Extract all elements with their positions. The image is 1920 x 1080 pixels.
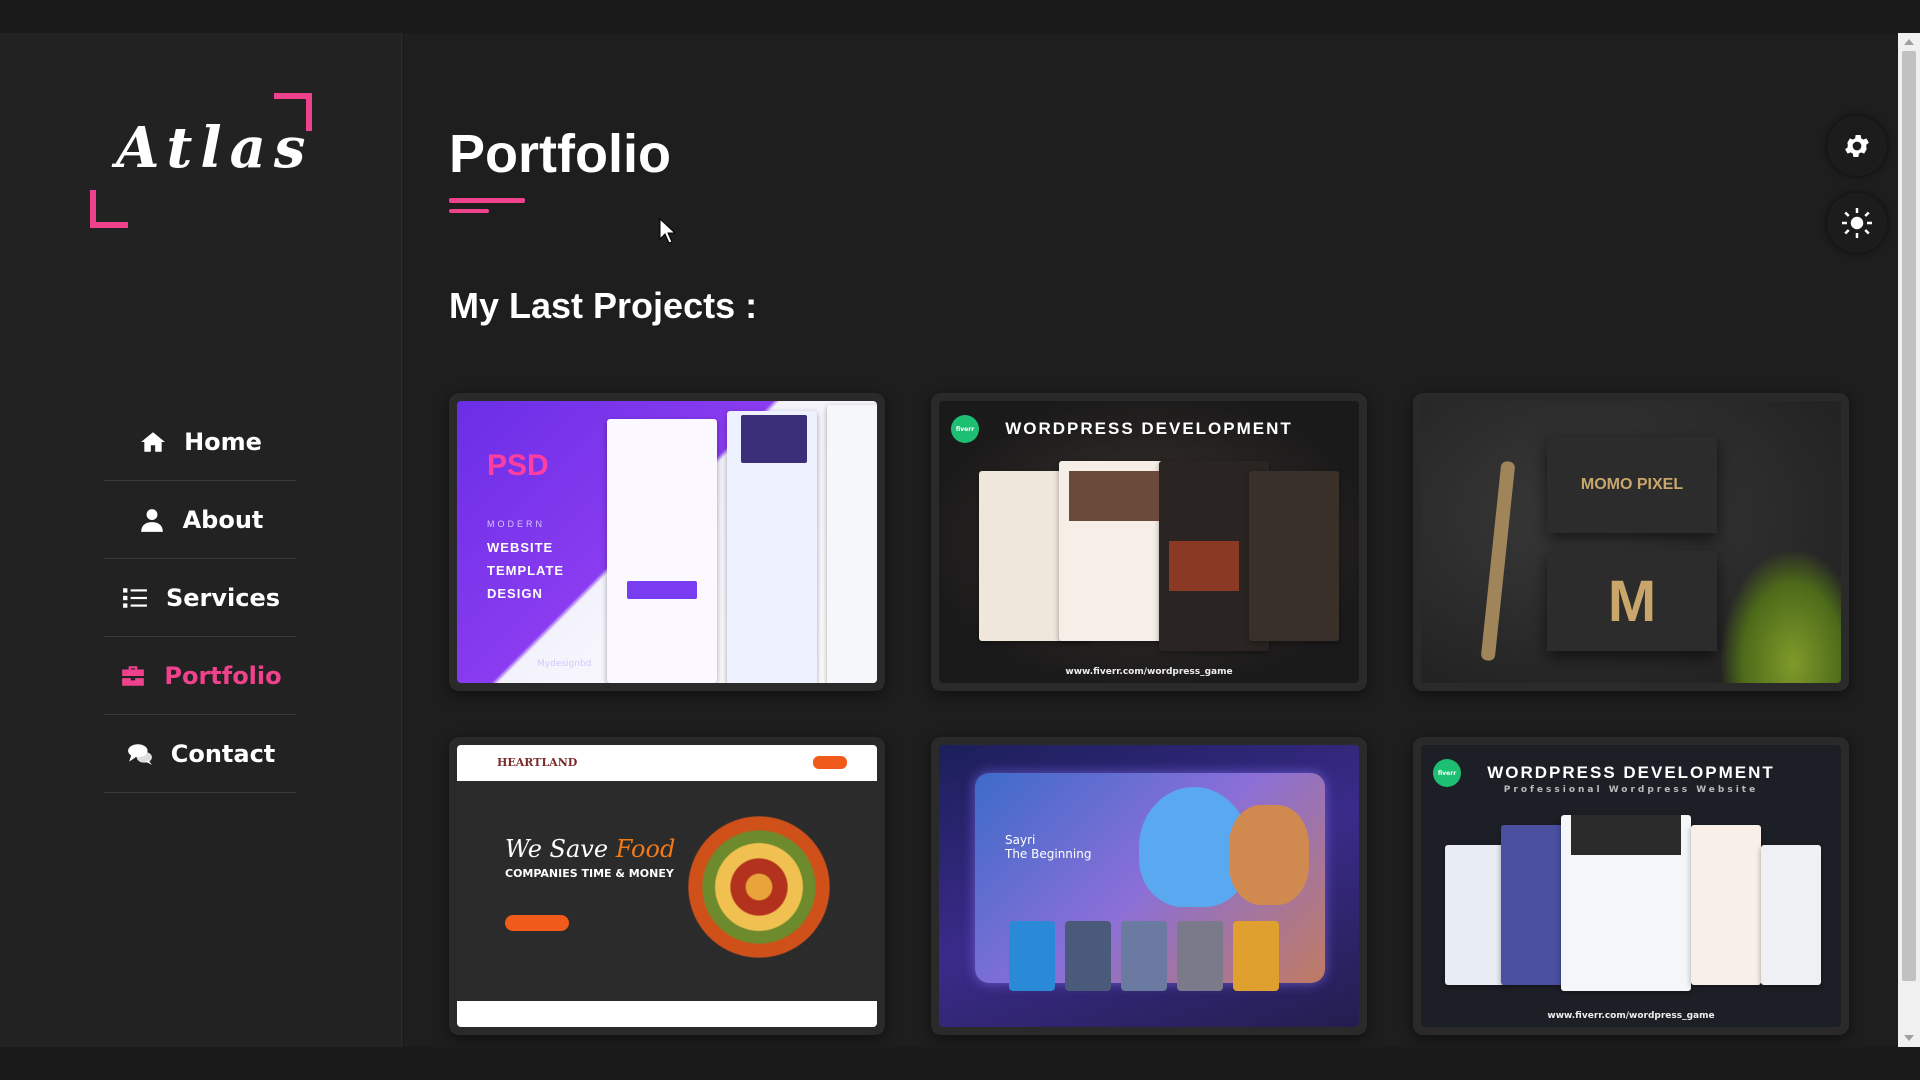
psd-line: DESIGN bbox=[487, 586, 543, 601]
game-tile bbox=[1009, 921, 1055, 991]
mockup-image bbox=[741, 415, 807, 463]
mockup-page bbox=[1691, 825, 1761, 985]
food-subline: COMPANIES TIME & MONEY bbox=[505, 867, 674, 880]
momo-pen bbox=[1480, 460, 1516, 662]
psd-line: MODERN bbox=[487, 519, 545, 529]
list-icon bbox=[120, 585, 150, 611]
project-card-wordpress-professional[interactable]: fiverr WORDPRESS DEVELOPMENT Professiona… bbox=[1413, 737, 1849, 1035]
main-content: Portfolio My Last Projects : PSD MODERN … bbox=[402, 33, 1898, 1047]
momo-mark: M bbox=[1607, 568, 1657, 634]
game-tile bbox=[1177, 921, 1223, 991]
project-thumbnail: fiverr WORDPRESS DEVELOPMENT www.fiverr.… bbox=[939, 401, 1359, 683]
mockup-image bbox=[1169, 541, 1239, 591]
psd-description: MODERN WEBSITE TEMPLATE DESIGN bbox=[487, 513, 564, 605]
sidebar-item-home[interactable]: Home bbox=[104, 403, 296, 481]
mockup-footer bbox=[457, 1001, 877, 1027]
project-title: WORDPRESS DEVELOPMENT bbox=[1487, 763, 1775, 782]
sidebar-item-label: Contact bbox=[170, 739, 276, 768]
sidebar-item-contact[interactable]: Contact bbox=[104, 715, 296, 793]
mockup-image bbox=[1571, 815, 1681, 855]
sidebar-item-services[interactable]: Services bbox=[104, 559, 296, 637]
mockup-image bbox=[1069, 471, 1159, 521]
heartland-logo: HEARTLAND bbox=[497, 756, 578, 769]
project-thumbnail: Sayri The Beginning bbox=[939, 745, 1359, 1027]
project-title: WORDPRESS DEVELOPMENT bbox=[1005, 419, 1293, 438]
project-thumbnail: PSD MODERN WEBSITE TEMPLATE DESIGN Mydes… bbox=[457, 401, 877, 683]
psd-line: WEBSITE bbox=[487, 540, 554, 555]
project-url: www.fiverr.com/wordpress_game bbox=[1547, 1011, 1715, 1021]
sidebar: Atlas Home About Services Portfolio Cont… bbox=[0, 33, 402, 1047]
scroll-down-arrow-icon[interactable] bbox=[1904, 1035, 1914, 1041]
project-card-psd[interactable]: PSD MODERN WEBSITE TEMPLATE DESIGN Mydes… bbox=[449, 393, 885, 691]
project-url: www.fiverr.com/wordpress_game bbox=[1065, 667, 1233, 677]
food-headline: We Save Food bbox=[505, 835, 675, 863]
app-window: Atlas Home About Services Portfolio Cont… bbox=[0, 33, 1898, 1047]
sidebar-item-label: Home bbox=[184, 427, 262, 456]
momo-mark-card: M bbox=[1547, 551, 1717, 651]
sidebar-item-about[interactable]: About bbox=[104, 481, 296, 559]
window-top-bar bbox=[0, 0, 1920, 33]
psd-brand: Mydesignbd bbox=[537, 659, 592, 669]
scroll-up-arrow-icon[interactable] bbox=[1904, 39, 1914, 45]
project-card-wordpress-restaurant[interactable]: fiverr WORDPRESS DEVELOPMENT www.fiverr.… bbox=[931, 393, 1367, 691]
project-card-heartland[interactable]: HEARTLAND We Save Food COMPANIES TIME & … bbox=[449, 737, 885, 1035]
sidebar-item-label: About bbox=[182, 505, 264, 534]
game-tile bbox=[1121, 921, 1167, 991]
momo-business-card: MOMO PIXEL bbox=[1547, 437, 1717, 533]
mockup-nav-button bbox=[813, 756, 847, 769]
spice-image bbox=[669, 797, 849, 977]
game-title: Sayri The Beginning bbox=[1005, 833, 1091, 861]
portfolio-grid: PSD MODERN WEBSITE TEMPLATE DESIGN Mydes… bbox=[449, 393, 1849, 1035]
home-icon bbox=[138, 429, 168, 455]
sun-icon bbox=[1842, 208, 1872, 238]
fern-leaf bbox=[1721, 551, 1841, 683]
game-title-line: Sayri bbox=[1005, 833, 1036, 847]
title-underline-short bbox=[449, 209, 489, 213]
mockup-page bbox=[1249, 471, 1339, 641]
project-card-momo-pixel[interactable]: MOMO PIXEL M bbox=[1413, 393, 1849, 691]
logo[interactable]: Atlas bbox=[90, 93, 312, 228]
logo-bracket-bottom-left bbox=[90, 190, 128, 228]
game-subtitle-line: The Beginning bbox=[1005, 847, 1092, 861]
vertical-scrollbar[interactable] bbox=[1898, 33, 1920, 1047]
sidebar-nav: Home About Services Portfolio Contact bbox=[104, 403, 296, 793]
project-card-game-ui[interactable]: Sayri The Beginning bbox=[931, 737, 1367, 1035]
momo-title: MOMO PIXEL bbox=[1580, 476, 1684, 493]
project-thumbnail: HEARTLAND We Save Food COMPANIES TIME & … bbox=[457, 745, 877, 1027]
sidebar-item-label: Services bbox=[165, 583, 281, 612]
sidebar-item-portfolio[interactable]: Portfolio bbox=[104, 637, 296, 715]
mockup-page bbox=[1761, 845, 1821, 985]
psd-label: PSD bbox=[487, 449, 549, 482]
mockup-page bbox=[607, 419, 717, 683]
headline-highlight: Food bbox=[615, 835, 676, 863]
sidebar-item-label: Portfolio bbox=[164, 661, 282, 690]
project-thumbnail: fiverr WORDPRESS DEVELOPMENT Professiona… bbox=[1421, 745, 1841, 1027]
mockup-page bbox=[827, 405, 877, 683]
user-icon bbox=[137, 507, 167, 533]
settings-button[interactable] bbox=[1827, 116, 1887, 176]
project-subtitle: Professional Wordpress Website bbox=[1503, 785, 1759, 795]
scroll-thumb[interactable] bbox=[1902, 51, 1916, 981]
window-bottom-bar bbox=[0, 1047, 1920, 1080]
page-title: Portfolio bbox=[449, 124, 671, 184]
mockup-navbar: HEARTLAND bbox=[457, 745, 877, 781]
psd-line: TEMPLATE bbox=[487, 563, 565, 578]
section-title: My Last Projects : bbox=[449, 285, 758, 326]
game-tile bbox=[1065, 921, 1111, 991]
game-creature bbox=[1229, 805, 1309, 905]
comments-icon bbox=[125, 741, 155, 767]
logo-text: Atlas bbox=[116, 115, 314, 181]
title-underline bbox=[449, 198, 525, 203]
mockup-button bbox=[627, 581, 697, 599]
headline-part: We Save bbox=[505, 835, 609, 863]
briefcase-icon bbox=[118, 663, 148, 689]
project-thumbnail: MOMO PIXEL M bbox=[1421, 401, 1841, 683]
mockup-cta bbox=[505, 915, 569, 931]
theme-toggle-button[interactable] bbox=[1827, 193, 1887, 253]
mouse-cursor-icon bbox=[659, 217, 677, 244]
game-tile bbox=[1233, 921, 1279, 991]
gear-icon bbox=[1845, 135, 1869, 157]
mockup-page bbox=[1445, 845, 1505, 985]
